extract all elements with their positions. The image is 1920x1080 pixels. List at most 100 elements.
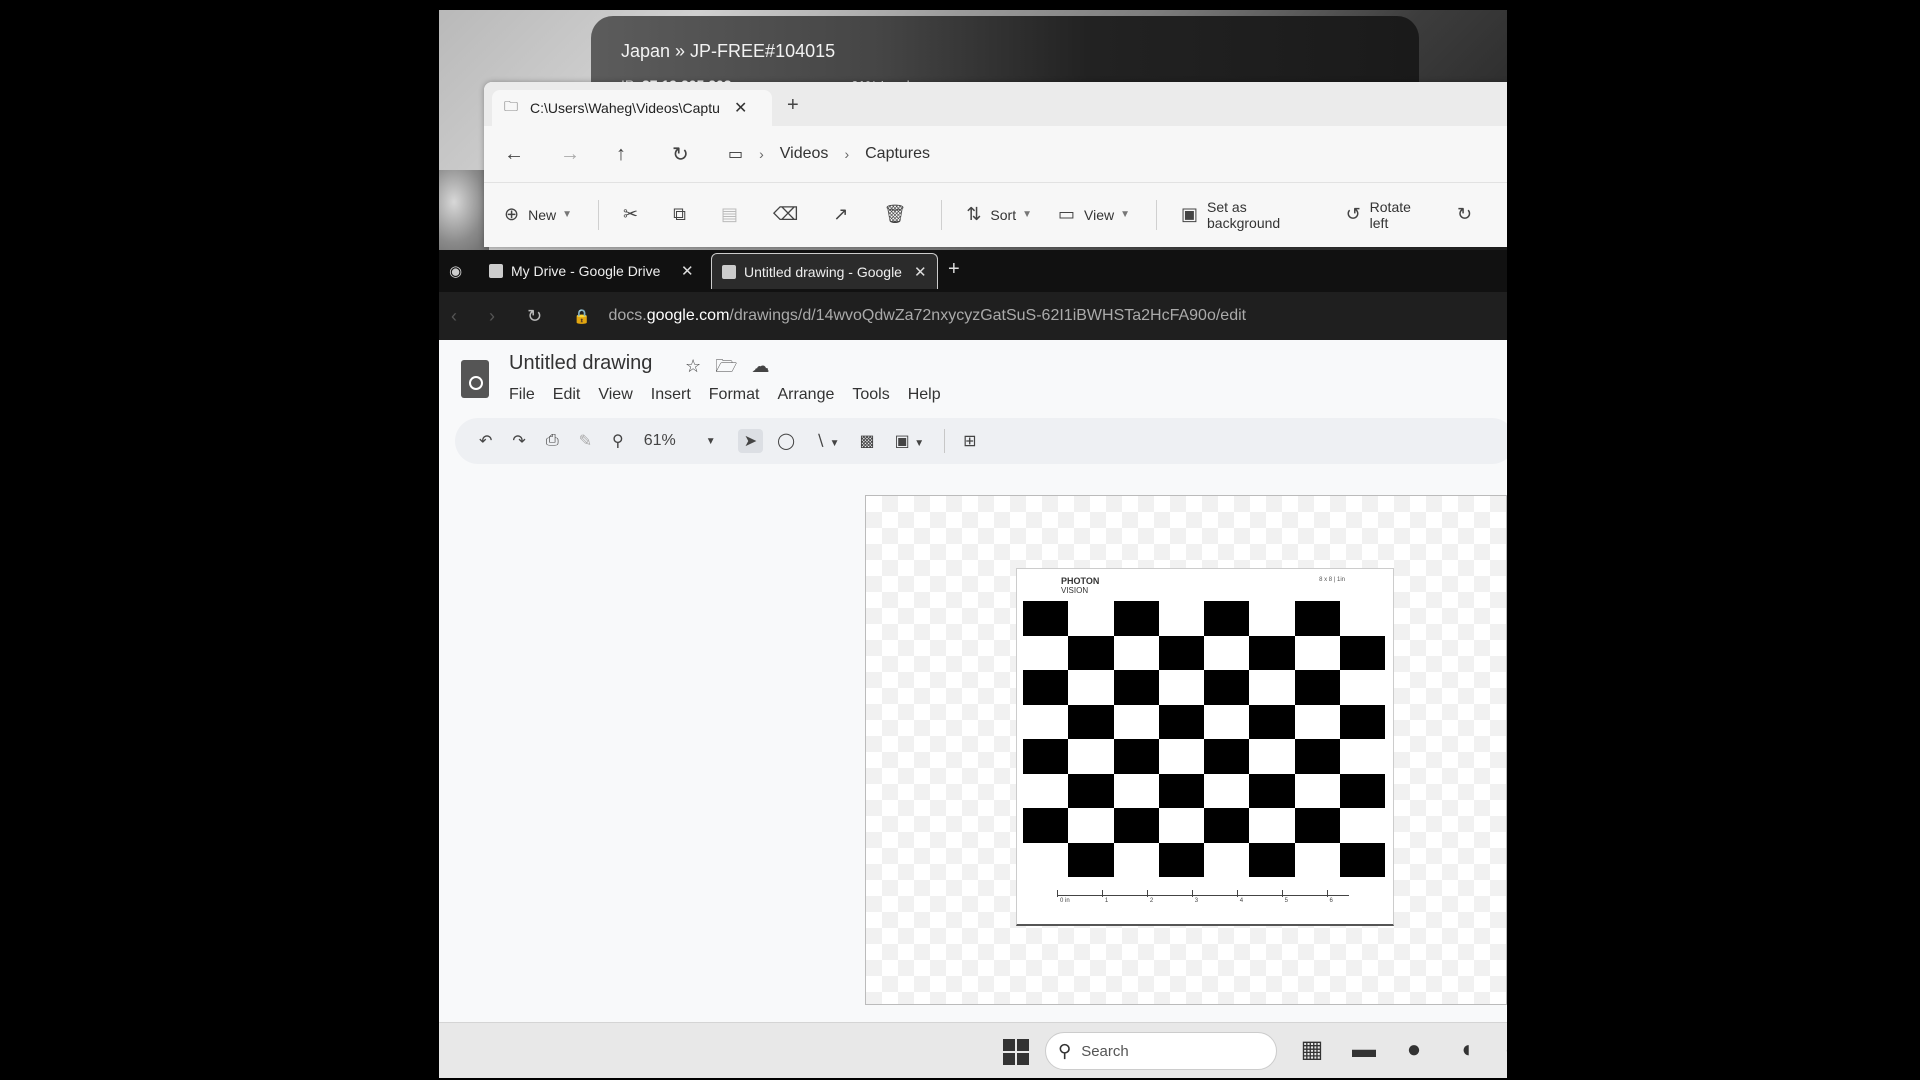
star-icon[interactable]: ☆ — [685, 356, 715, 376]
view-button[interactable]: ▭ View ▼ — [1058, 204, 1130, 225]
checker-square — [1294, 842, 1340, 877]
drawings-toolbar: ↶ ↷ ⎙ ✎ ⚲ 61% ▼ ➤ ◯ ∖ ▼ ▩ ▣ ▼ ⊞ — [455, 418, 1507, 464]
rotate-left-button[interactable]: ↺ Rotate left — [1346, 199, 1431, 231]
url-bar[interactable]: docs.google.com/drawings/d/14wvoQdwZa72n… — [608, 307, 1246, 325]
checker-square — [1023, 739, 1069, 774]
zoom-level[interactable]: 61% — [644, 432, 676, 450]
ruler-label: 0 in — [1060, 898, 1070, 904]
image-icon: ▣ — [1181, 204, 1199, 224]
set-as-background-button[interactable]: ▣ Set as background — [1181, 199, 1320, 231]
close-icon[interactable]: ✕ — [914, 263, 927, 281]
undo-icon[interactable]: ↶ — [479, 431, 492, 451]
checker-square — [1204, 739, 1250, 774]
ruler-label: 5 — [1284, 898, 1288, 904]
new-tab-button[interactable]: + — [787, 94, 799, 117]
checker-square — [1113, 842, 1159, 877]
shape-tool-icon[interactable]: ◯ — [777, 431, 795, 451]
checker-square — [1339, 601, 1385, 636]
menu-view[interactable]: View — [598, 386, 632, 404]
chat-app-icon[interactable]: ● — [1399, 1035, 1429, 1065]
delete-button[interactable]: 🗑 — [884, 204, 916, 225]
redo-icon[interactable]: ↷ — [512, 431, 525, 451]
divider — [1156, 199, 1157, 230]
checker-square — [1023, 670, 1069, 705]
select-tool-icon[interactable]: ➤ — [737, 429, 764, 453]
menu-edit[interactable]: Edit — [553, 386, 581, 404]
share-icon: ↗ — [833, 204, 849, 224]
menu-file[interactable]: File — [509, 386, 535, 404]
cloud-icon[interactable]: ☁ — [751, 356, 783, 376]
reload-icon[interactable]: ↻ — [527, 306, 565, 327]
breadcrumb-captures[interactable]: Captures — [865, 145, 930, 163]
checker-square — [1294, 808, 1340, 843]
menu-tools[interactable]: Tools — [852, 386, 889, 404]
back-arrow-icon[interactable]: ‹ — [451, 306, 489, 327]
close-icon[interactable]: ✕ — [681, 262, 694, 280]
copy-button[interactable]: ⧉ — [673, 204, 695, 225]
calibration-target-image[interactable]: PHOTON VISION 8 x 8 | 1in 0 in 1 2 3 4 5 6 — [1016, 568, 1394, 926]
new-button[interactable]: ⊕ New ▼ — [504, 204, 572, 225]
zoom-icon[interactable]: ⚲ — [612, 431, 624, 451]
forward-arrow-icon[interactable]: → — [560, 143, 616, 166]
lock-icon[interactable]: 🔒 — [573, 308, 590, 325]
ruler-tick — [1101, 890, 1103, 897]
checker-square — [1068, 635, 1114, 670]
print-icon[interactable]: ⎙ — [546, 432, 559, 450]
text-box-icon[interactable]: ▩ — [860, 431, 875, 451]
paste-button[interactable]: ▤ — [721, 204, 747, 225]
checker-square — [1113, 808, 1159, 843]
drawings-logo-icon[interactable] — [461, 360, 489, 398]
search-placeholder: Search — [1081, 1042, 1129, 1060]
chevron-right-icon: › — [759, 146, 764, 162]
new-tab-button[interactable]: + — [948, 258, 960, 281]
sort-button[interactable]: ⇅ Sort ▼ — [966, 204, 1032, 225]
checker-square — [1249, 842, 1295, 877]
chrome-browser-icon[interactable]: ◉ — [1501, 1035, 1507, 1065]
explorer-tab[interactable]: 🗀 C:\Users\Waheg\Videos\Captures ✕ — [492, 90, 772, 126]
back-arrow-icon[interactable]: ← — [504, 143, 560, 166]
document-title[interactable]: Untitled drawing — [509, 352, 652, 375]
insert-image-icon[interactable]: ▣ ▼ — [895, 431, 924, 451]
menu-format[interactable]: Format — [709, 386, 760, 404]
checker-square — [1249, 739, 1295, 774]
add-comment-icon[interactable]: ⊞ — [963, 431, 976, 451]
checker-square — [1339, 670, 1385, 705]
checker-square — [1113, 601, 1159, 636]
close-icon[interactable]: ✕ — [734, 98, 747, 118]
rotate-right-button[interactable]: ↻ — [1457, 204, 1481, 225]
rename-button[interactable]: ⌫ — [773, 204, 807, 225]
line-tool-icon[interactable]: ∖ ▼ — [815, 431, 840, 451]
windows-start-icon[interactable] — [1003, 1039, 1029, 1065]
checker-square — [1339, 635, 1385, 670]
checker-square — [1158, 842, 1204, 877]
chevron-down-icon: ▼ — [1120, 209, 1131, 220]
taskbar-search[interactable]: ⚲ Search — [1045, 1032, 1277, 1070]
refresh-icon[interactable]: ↻ — [672, 142, 728, 167]
tab-untitled-drawing[interactable]: Untitled drawing - Google Drawings ✕ — [711, 253, 938, 289]
paint-format-icon[interactable]: ✎ — [579, 431, 592, 451]
forward-arrow-icon[interactable]: › — [489, 306, 527, 327]
drawing-canvas[interactable]: PHOTON VISION 8 x 8 | 1in 0 in 1 2 3 4 5 6 — [865, 495, 1507, 1005]
chevron-down-icon[interactable]: ▼ — [706, 436, 716, 447]
ruler-label: 1 — [1104, 898, 1109, 904]
screen: Japan » JP-FREE#104015 IP: 37.19.205.203… — [439, 10, 1507, 1078]
tab-google-drive[interactable]: My Drive - Google Drive ✕ — [479, 253, 704, 289]
cut-button[interactable]: ✂ — [623, 204, 647, 225]
widgets-icon[interactable]: ▦ — [1297, 1035, 1327, 1065]
share-button[interactable]: ↗ — [833, 204, 857, 225]
checker-square — [1158, 601, 1204, 636]
up-arrow-icon[interactable]: ↑ — [616, 143, 672, 166]
monitor-icon[interactable]: ▭ — [728, 144, 743, 164]
clipboard-icon: ▤ — [720, 204, 738, 224]
menu-insert[interactable]: Insert — [651, 386, 691, 404]
menu-arrange[interactable]: Arrange — [777, 386, 834, 404]
breadcrumb-videos[interactable]: Videos — [780, 145, 829, 163]
menu-help[interactable]: Help — [908, 386, 941, 404]
checker-square — [1204, 635, 1250, 670]
edge-browser-icon[interactable]: ◖ — [1451, 1035, 1481, 1065]
gamepad-icon[interactable]: ◉ — [449, 262, 462, 280]
taskbar: ⚲ Search ▦ ▬ ● ◖ ◉ — [439, 1022, 1507, 1078]
checker-square — [1249, 704, 1295, 739]
move-folder-icon[interactable]: 🗁 — [715, 356, 751, 376]
task-view-icon[interactable]: ▬ — [1349, 1035, 1379, 1065]
